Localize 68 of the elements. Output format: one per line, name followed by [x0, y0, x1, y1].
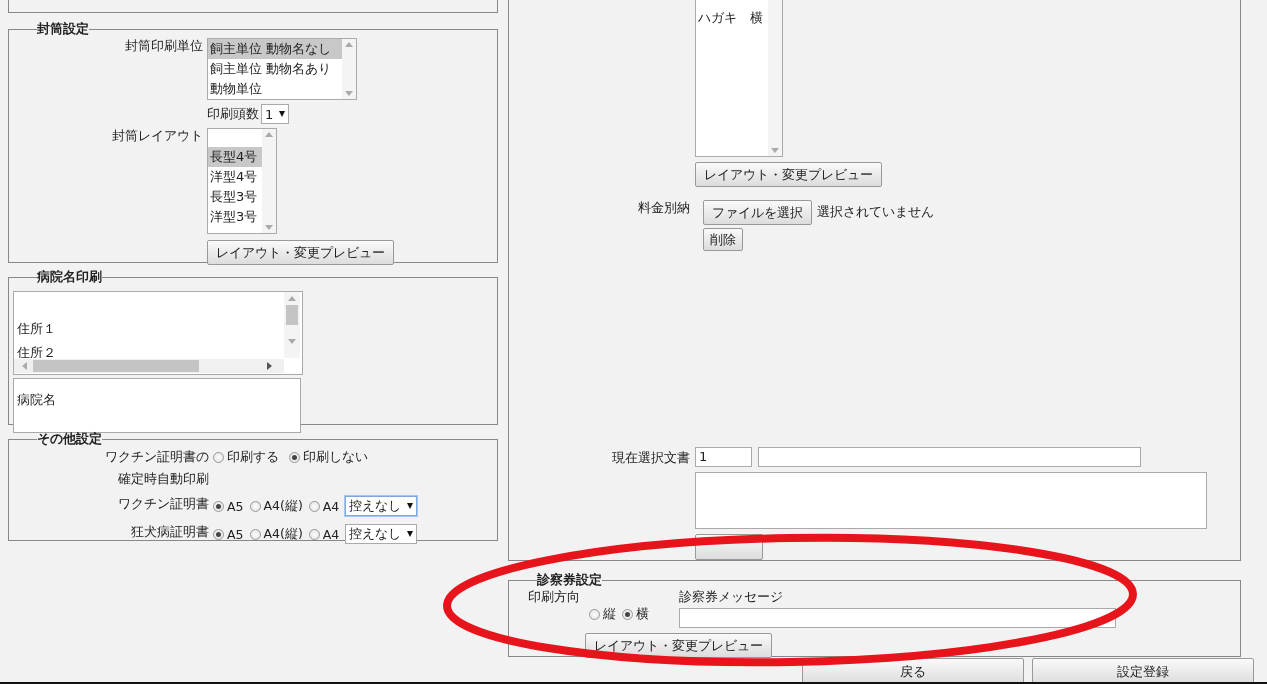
radio-button[interactable] [213, 500, 224, 512]
file-status: 選択されていません [817, 204, 934, 221]
caret-icon [279, 111, 286, 117]
radio-label: A4(縦) [263, 497, 303, 515]
radio-button[interactable] [249, 528, 261, 540]
radio-label: A4 [322, 498, 340, 514]
footer-button[interactable]: 設定登録 [1032, 658, 1254, 684]
field-label: 現在選択文書 [611, 450, 690, 467]
field-label: ワクチン証明書 [117, 496, 209, 513]
radio-label: 印刷する [227, 449, 279, 466]
section-title: 封筒設定 [37, 21, 89, 38]
radio-label: A4(縦) [263, 525, 303, 543]
radio-label: 印刷しない [303, 449, 368, 466]
delete-button[interactable]: 削除 [703, 228, 743, 251]
section-title: 診察券設定 [537, 572, 602, 589]
preview-button[interactable]: レイアウト・変更プレビュー [695, 162, 882, 187]
radio-button[interactable] [308, 500, 320, 512]
caret-icon [407, 503, 414, 509]
list-option[interactable]: 長型4号 [208, 147, 262, 167]
dropdown[interactable]: 控えなし [345, 496, 418, 516]
address-box[interactable]: 住所１ 住所２ [13, 291, 303, 375]
radio-button[interactable] [622, 609, 633, 620]
dropdown[interactable]: 1 [261, 104, 290, 124]
file-button[interactable]: ファイルを選択 [703, 200, 812, 225]
radio-label: 横 [636, 606, 649, 623]
document-number-field[interactable]: 1 [695, 447, 752, 467]
caret-icon [407, 531, 414, 537]
scrollbar-thumb[interactable] [33, 360, 199, 372]
listbox[interactable]: ハガキ 横 [695, 0, 783, 157]
scrollbar-thumb[interactable] [286, 305, 298, 325]
section-title: 病院名印刷 [37, 269, 102, 286]
radio-button[interactable] [249, 500, 261, 512]
field-label: 印刷頭数 [207, 105, 259, 123]
field-label: 封筒印刷単位 [124, 38, 203, 55]
field-label: 封筒レイアウト [111, 128, 203, 145]
address-line: 住所１ [17, 320, 57, 338]
preview-button[interactable]: レイアウト・変更プレビュー [207, 240, 394, 265]
radio-label: A5 [227, 526, 244, 542]
document-text-area[interactable] [695, 472, 1207, 529]
radio-button[interactable] [213, 452, 224, 463]
radio-button[interactable] [589, 609, 600, 620]
dropdown[interactable]: 控えなし [345, 524, 418, 544]
radio-button[interactable] [289, 452, 300, 463]
radio-label: A4 [322, 526, 340, 542]
field-label: 確定時自動印刷 [117, 471, 209, 488]
message-field[interactable] [679, 608, 1116, 628]
address-line: 住所２ [17, 344, 57, 358]
field-label: 印刷方向 [528, 589, 581, 606]
field-label: 料金別納 [637, 200, 690, 217]
list-option[interactable]: 飼主単位 動物名なし [208, 39, 342, 59]
radio-label: A5 [227, 498, 244, 514]
list-option[interactable]: 洋型4号 [208, 167, 262, 187]
radio-label: 縦 [603, 606, 616, 623]
listbox[interactable]: 長型4号 洋型4号 長型3号 洋型3号 [207, 128, 277, 234]
hospital-name-field[interactable]: 病院名 [13, 378, 301, 433]
radio-button[interactable] [308, 528, 320, 540]
field-label: 診察券メッセージ [679, 589, 784, 606]
section-title: その他設定 [37, 431, 102, 448]
radio-button[interactable] [213, 528, 224, 540]
list-option[interactable]: 洋型3号 [208, 207, 262, 227]
list-option[interactable]: 動物単位 [208, 79, 342, 99]
field-label: 狂犬病証明書 [130, 524, 209, 541]
document-title-field[interactable] [758, 447, 1141, 467]
field-label: ワクチン証明書の [104, 449, 209, 466]
listbox[interactable]: 飼主単位 動物名なし 飼主単位 動物名あり 動物単位 [207, 38, 357, 100]
list-option[interactable]: ハガキ 横 [696, 8, 768, 28]
list-option[interactable]: 長型3号 [208, 187, 262, 207]
list-option[interactable]: 飼主単位 動物名あり [208, 59, 342, 79]
